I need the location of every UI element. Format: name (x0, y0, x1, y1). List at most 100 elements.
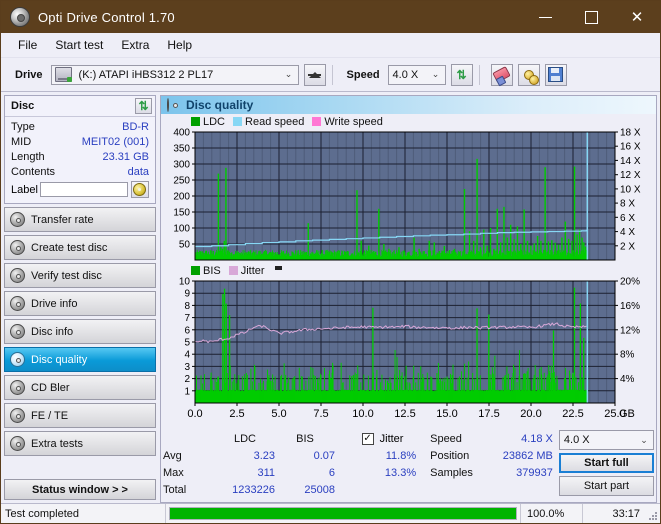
svg-text:100: 100 (173, 224, 190, 235)
svg-text:16%: 16% (620, 301, 640, 312)
sidebar: Disc ⇅ Type BD-R MID MEIT02 (001) (1, 92, 158, 503)
sidebar-item-extra-tests[interactable]: Extra tests (4, 431, 156, 456)
erase-button[interactable] (491, 64, 513, 86)
svg-text:10.0: 10.0 (352, 408, 373, 420)
top-chart-svg: 501001502002503003504002 X4 X6 X8 X10 X1… (161, 128, 655, 264)
save-button[interactable] (545, 64, 567, 86)
menu-file[interactable]: File (9, 35, 46, 55)
start-full-button[interactable]: Start full (559, 453, 654, 473)
refresh-button[interactable]: ⇅ (451, 64, 473, 86)
resize-grip-icon (649, 512, 658, 521)
disc-length-value: 23.31 GB (103, 151, 149, 163)
status-text: Test completed (1, 504, 166, 523)
bitsetting-button[interactable] (518, 64, 540, 86)
top-chart: 501001502002503003504002 X4 X6 X8 X10 X1… (161, 128, 656, 264)
resize-grip[interactable] (646, 504, 660, 523)
drive-icon (55, 67, 72, 82)
minimize-icon (539, 17, 552, 18)
samples-value: 379937 (488, 467, 559, 479)
disc-label-button[interactable] (131, 181, 149, 198)
disc-icon (10, 408, 25, 423)
disc-quality-panel: Disc quality LDC Read speed (160, 95, 657, 503)
svg-text:200: 200 (173, 192, 190, 203)
legend-swatch-jitter (229, 266, 238, 275)
test-speed-select[interactable]: 4.0 X ⌄ (559, 430, 654, 450)
disc-label-input[interactable] (40, 182, 128, 197)
toolbar-divider-1 (332, 65, 333, 85)
close-button[interactable]: ✕ (614, 1, 660, 33)
progress-container (166, 504, 520, 523)
table-row-total: Total 1233226 25008 (163, 481, 335, 498)
sidebar-item-create-test-disc[interactable]: Create test disc (4, 235, 156, 260)
samples-label: Samples (430, 467, 488, 479)
row-label-avg: Avg (163, 450, 215, 462)
svg-text:7: 7 (184, 313, 190, 324)
legend-entry-ldc: LDC (191, 116, 225, 128)
position-value: 23862 MB (488, 450, 559, 462)
error-stats-table: LDC BIS Avg 3.23 0.07 Max 311 6 (163, 430, 335, 502)
svg-text:16 X: 16 X (620, 142, 641, 153)
svg-text:12 X: 12 X (620, 170, 641, 181)
disc-panel-header: Disc ⇅ (5, 96, 155, 117)
svg-text:20.0: 20.0 (520, 408, 541, 420)
legend-entry-jitter: Jitter (229, 265, 265, 277)
jitter-avg-value: 11.8% (335, 450, 416, 462)
sidebar-item-drive-info[interactable]: Drive info (4, 291, 156, 316)
bottom-chart-legend: BIS Jitter (161, 264, 656, 277)
title-bar: Opti Drive Control 1.70 ✕ (1, 1, 660, 33)
run-info: Speed 4.18 X Position 23862 MB Samples 3… (430, 430, 559, 502)
speed-info-value: 4.18 X (488, 433, 559, 445)
menu-extra[interactable]: Extra (112, 35, 158, 55)
jitter-avg-row: 11.8% (335, 447, 430, 464)
svg-text:7.5: 7.5 (313, 408, 328, 420)
sidebar-item-cd-bler[interactable]: CD Bler (4, 375, 156, 400)
svg-text:14 X: 14 X (620, 156, 641, 167)
legend-label-jitter: Jitter (241, 265, 265, 277)
refresh-icon: ⇅ (457, 69, 467, 81)
bis-avg-value: 0.07 (275, 450, 335, 462)
sidebar-spacer (4, 456, 156, 479)
chevron-down-icon: ⌄ (280, 69, 298, 80)
svg-text:8%: 8% (620, 350, 635, 361)
speed-select[interactable]: 4.0 X ⌄ (388, 65, 446, 85)
eject-button[interactable] (304, 64, 326, 86)
disc-refresh-button[interactable]: ⇅ (135, 98, 152, 114)
sidebar-item-label: Disc info (31, 326, 73, 338)
jitter-checkbox[interactable]: ✓ (362, 433, 374, 445)
disc-row-label: Label (11, 180, 149, 199)
legend-label-bis: BIS (203, 265, 221, 277)
window-controls: ✕ (522, 1, 660, 33)
sidebar-item-label: Extra tests (31, 438, 83, 450)
start-part-button[interactable]: Start part (559, 476, 654, 496)
svg-text:4%: 4% (620, 374, 635, 385)
menu-help[interactable]: Help (158, 35, 201, 55)
page-title: Disc quality (186, 98, 253, 112)
menu-start-test[interactable]: Start test (46, 35, 112, 55)
top-chart-legend: LDC Read speed Write speed (161, 115, 656, 128)
sidebar-item-disc-info[interactable]: Disc info (4, 319, 156, 344)
status-window-button[interactable]: Status window > > (4, 479, 156, 500)
legend-entry-read-speed: Read speed (233, 116, 304, 128)
maximize-button[interactable] (568, 1, 614, 33)
sidebar-item-disc-quality[interactable]: Disc quality (4, 347, 156, 372)
svg-text:250: 250 (173, 176, 190, 187)
sidebar-item-label: CD Bler (31, 382, 70, 394)
disc-length-label: Length (11, 151, 45, 163)
svg-text:3: 3 (184, 362, 190, 373)
eject-icon (309, 72, 321, 78)
svg-text:1: 1 (184, 386, 190, 397)
svg-text:4: 4 (184, 350, 190, 361)
sidebar-item-verify-test-disc[interactable]: Verify test disc (4, 263, 156, 288)
floppy-save-icon (548, 67, 563, 82)
progress-bar (169, 507, 517, 520)
disc-row-mid: MID MEIT02 (001) (11, 134, 149, 149)
svg-text:12%: 12% (620, 325, 640, 336)
minimize-button[interactable] (522, 1, 568, 33)
svg-text:15.0: 15.0 (436, 408, 457, 420)
test-controls: 4.0 X ⌄ Start full Start part (559, 430, 654, 502)
stats-area: LDC BIS Avg 3.23 0.07 Max 311 6 (161, 426, 656, 502)
sidebar-item-transfer-rate[interactable]: Transfer rate (4, 207, 156, 232)
disc-row-type: Type BD-R (11, 119, 149, 134)
sidebar-item-fe-te[interactable]: FE / TE (4, 403, 156, 428)
drive-select[interactable]: (K:) ATAPI iHBS312 2 PL17 ⌄ (51, 65, 299, 85)
